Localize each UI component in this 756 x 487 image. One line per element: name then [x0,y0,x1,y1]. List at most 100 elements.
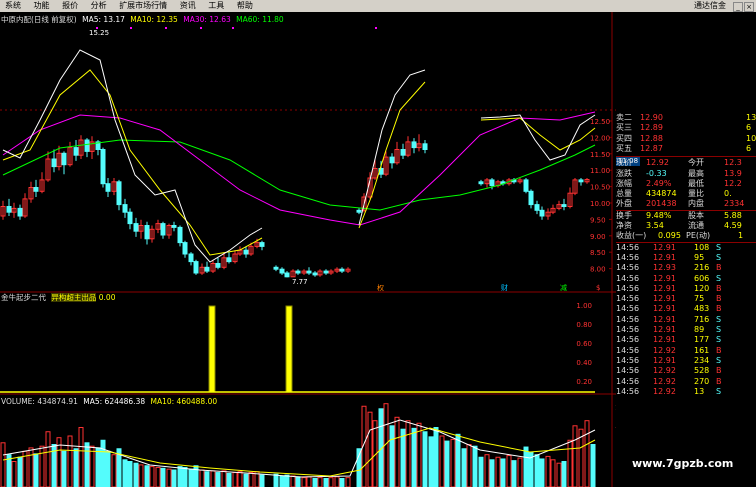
volume-bar [334,476,340,487]
volume-bar [455,433,461,487]
candle-body [279,268,285,274]
chart-grid [0,12,616,487]
tick-volume: 716 [694,314,710,324]
candle-body [523,179,529,192]
volume-bar [95,447,101,487]
tick-price: 12.91 [653,355,676,365]
volume-bar [411,427,417,487]
tick-row: 14:56 12.91 606 S [616,274,756,284]
volume-bar [177,466,183,487]
candle-body [339,268,345,272]
volume-bar [28,447,34,487]
volume-bar [73,448,79,487]
tick-side: B [716,366,722,376]
candle-body [226,257,232,263]
stat-value: 12.92 [646,158,669,168]
volume-bar [105,450,111,487]
volume-bar [243,473,249,487]
tick-volume: 528 [694,366,710,376]
tick-price: 12.92 [653,366,676,376]
tick-row: 14:56 12.91 75 B [616,294,756,304]
candle-body [489,179,495,187]
volume-bar [545,455,551,487]
stat-value: 0. [724,189,732,199]
tick-price: 12.91 [653,325,676,334]
tick-volume: 483 [694,304,710,314]
order-book-label: 卖二 [616,113,632,122]
volume-bar [221,470,227,487]
volume-bar [17,456,23,487]
chart-canvas[interactable]: 权 财 减 $ 15.25 7.77 12.50 12.00 11.50 11.00 10.5… [0,0,616,487]
candle-body [84,139,90,152]
event-markers: 权 财 减 $ [96,27,600,292]
candle-body [356,209,362,213]
stat-value: 3.54 [646,221,664,230]
price-tick-label: 12.50 [590,118,610,126]
tick-row: 14:56 12.91 108 S [616,243,756,253]
candle-body [284,272,290,278]
volume-ma10-line [2,427,596,477]
price-axis: 12.50 12.00 11.50 11.00 10.50 10.00 9.50 9.00 8.… [590,118,612,274]
candle-body [578,179,584,183]
tick-volume: 95 [694,252,705,262]
volume-bar [210,470,216,487]
tick-row: 14:56 12.92 528 B [616,366,756,376]
close-icon[interactable]: × [744,2,754,12]
tick-row: 14:56 12.91 234 S [616,356,756,366]
volume-bar [461,448,467,487]
volume-bar [232,472,238,487]
tick-side: S [716,335,722,345]
candle-body [204,266,210,272]
volume-bar [33,453,39,487]
tick-volume: 120 [694,283,710,293]
tick-row: 14:56 12.91 177 S [616,335,756,345]
volume-bar [484,454,490,487]
volume-bar [160,467,166,487]
window-controls: _ × [732,1,754,13]
tick-time: 14:56 [616,294,640,304]
volume-bar [100,439,106,487]
volume-bar [317,477,323,487]
minimize-icon[interactable]: _ [733,2,743,12]
indicator-axis: 1.00 0.80 0.60 0.40 0.20 [576,302,592,386]
volume-bar [138,464,144,487]
volume-bar [248,472,254,487]
order-book-label: 买四 [616,133,632,143]
volume-bar [166,468,172,487]
tick-volume: 234 [694,355,710,365]
tick-side: S [716,314,722,324]
top-marker-dot [375,27,377,29]
indicator-tick-label: 0.40 [576,359,592,367]
top-marker-dot [130,27,132,29]
volume-legend: VOLUME: 434874.91 MA5: 624486.38 MA10: 4… [1,397,217,406]
price-tick-label: 8.50 [590,249,606,257]
volume-bar [328,477,334,487]
order-book-volume: 6 [746,123,752,133]
candle-body [422,143,428,151]
stat-value: 9.48% [646,210,672,220]
volume-bar [428,436,434,487]
price-tick-label: 10.50 [590,184,610,192]
tick-price: 12.91 [653,252,676,262]
candle-body [478,181,484,185]
volume-bar [561,461,567,487]
volume-bar [534,454,540,487]
volume-bar [489,459,495,487]
stat-value: 13.9 [724,168,742,178]
volume-bar [394,416,400,487]
candle-body [528,190,534,206]
volume-bar [45,431,51,487]
candle-body [182,242,188,255]
tick-side: S [716,386,722,396]
volume-bar [466,444,472,487]
stat-label: 最高 [688,168,704,178]
stat-value: 0.095 [658,231,681,241]
volume-bar [444,440,450,487]
indicator-chart [0,305,595,393]
order-book-label: 买五 [616,143,632,153]
candle-body [122,204,128,213]
tick-volume: 89 [694,325,705,334]
tick-time: 14:56 [616,242,640,252]
order-book-row: 买五 12.87 6 [616,144,756,154]
volume-bar [439,435,445,487]
